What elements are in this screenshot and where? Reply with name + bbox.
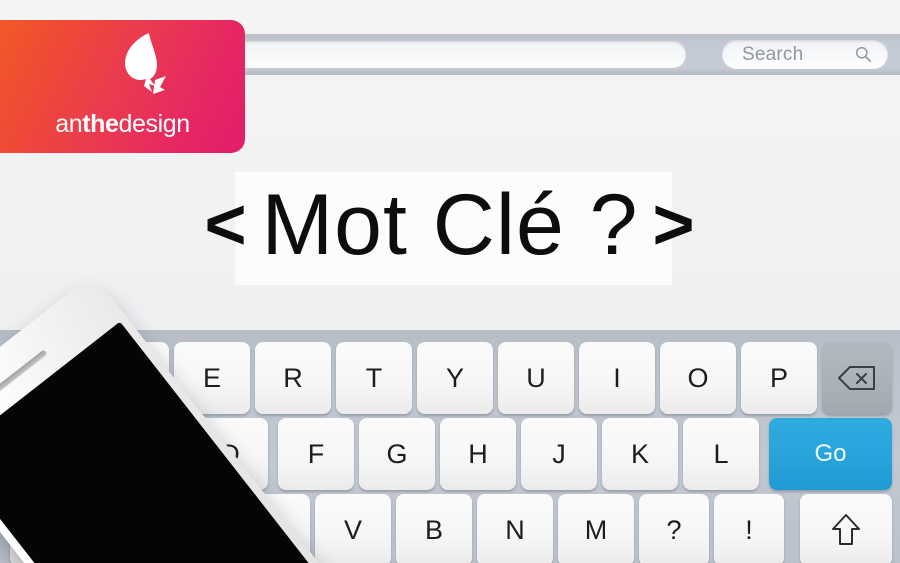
key-o[interactable]: O: [660, 342, 736, 414]
key-m-label: M: [584, 514, 608, 545]
key-r[interactable]: R: [255, 342, 331, 414]
key-n-label: N: [505, 514, 525, 545]
key-f-label: F: [307, 438, 325, 469]
key-b[interactable]: B: [396, 494, 472, 563]
key-g[interactable]: G: [359, 418, 435, 490]
key-t[interactable]: T: [336, 342, 412, 414]
key-exclamation-label: !: [745, 514, 753, 545]
key-h[interactable]: H: [440, 418, 516, 490]
key-y[interactable]: Y: [417, 342, 493, 414]
key-shift[interactable]: [800, 494, 892, 563]
key-k-label: K: [630, 438, 649, 469]
key-p-label: P: [769, 362, 788, 393]
key-u[interactable]: U: [498, 342, 574, 414]
key-l-label: L: [713, 438, 729, 469]
key-exclamation[interactable]: !: [714, 494, 784, 563]
backspace-icon: [838, 366, 875, 390]
anthedesign-logo-badge[interactable]: anthedesign: [0, 20, 245, 153]
page-title: < Mot Clé ? >: [0, 160, 900, 290]
key-v[interactable]: V: [315, 494, 391, 563]
key-i-label: I: [613, 362, 621, 393]
key-go-label: Go: [814, 440, 847, 467]
key-r-label: R: [283, 362, 303, 393]
banner-canvas: Search anthedesign < Mot Clé ? > QWERTYU…: [0, 0, 900, 563]
key-i[interactable]: I: [579, 342, 655, 414]
key-k[interactable]: K: [602, 418, 678, 490]
key-t-label: T: [365, 362, 383, 393]
key-backspace[interactable]: [822, 342, 892, 414]
key-g-label: G: [386, 438, 408, 469]
brand-word-the: the: [82, 110, 119, 138]
key-l[interactable]: L: [683, 418, 759, 490]
shift-arrow-icon: [832, 514, 860, 545]
key-n[interactable]: N: [477, 494, 553, 563]
key-m[interactable]: M: [558, 494, 634, 563]
headline-keyword: Mot Clé ?: [261, 177, 639, 273]
leaf-flame-icon: [125, 33, 166, 94]
key-question[interactable]: ?: [639, 494, 709, 563]
magnifier-icon: [855, 46, 872, 63]
brand-word-an: an: [55, 110, 83, 138]
url-input[interactable]: [232, 41, 686, 68]
brand-wordmark: anthedesign: [0, 110, 245, 139]
key-j[interactable]: J: [521, 418, 597, 490]
key-f[interactable]: F: [278, 418, 354, 490]
key-j-label: J: [552, 438, 566, 469]
brand-word-design: design: [118, 110, 191, 138]
headline-open-bracket: <: [204, 185, 248, 265]
key-u-label: U: [526, 362, 546, 393]
key-h-label: H: [468, 438, 488, 469]
search-input[interactable]: Search: [722, 40, 888, 69]
key-p[interactable]: P: [741, 342, 817, 414]
key-go[interactable]: Go: [769, 418, 892, 490]
key-y-label: Y: [445, 362, 464, 393]
headline-block: < Mot Clé ? >: [0, 160, 900, 290]
search-placeholder-label: Search: [742, 44, 804, 65]
key-e-label: E: [202, 362, 221, 393]
key-v-label: V: [343, 514, 362, 545]
key-question-label: ?: [666, 514, 682, 545]
headline-close-bracket: >: [652, 185, 696, 265]
key-b-label: B: [424, 514, 443, 545]
key-o-label: O: [687, 362, 709, 393]
